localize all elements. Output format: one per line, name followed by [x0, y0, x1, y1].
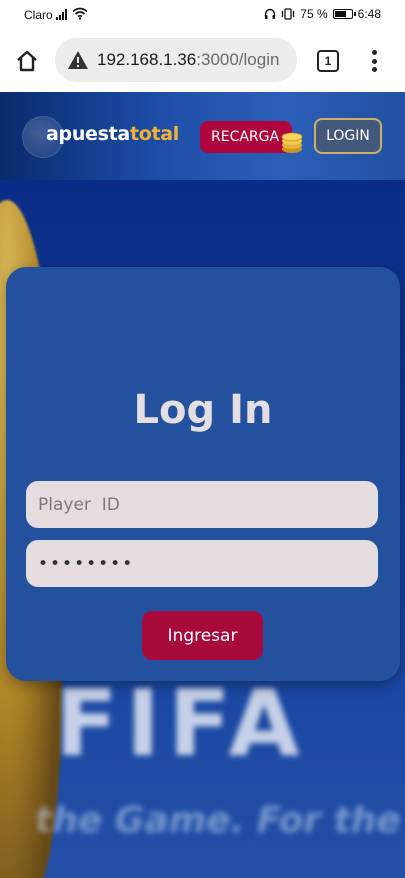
- url-host: 192.168.1.36: [97, 50, 197, 69]
- site-header: apuestatotal RECARGA LOGIN: [0, 92, 405, 180]
- warning-icon[interactable]: [67, 50, 89, 70]
- home-icon[interactable]: [14, 48, 40, 74]
- url-text[interactable]: 192.168.1.36:3000/login: [97, 50, 279, 70]
- player-id-input[interactable]: [26, 481, 378, 528]
- kebab-menu-icon[interactable]: [366, 48, 382, 74]
- slogan-background-text: the Game. For the: [35, 800, 401, 841]
- site-logo[interactable]: apuestatotal: [46, 123, 179, 145]
- battery-icon: [332, 9, 356, 19]
- login-card: Log In Ingresar: [6, 267, 400, 681]
- coins-icon: [281, 132, 303, 153]
- login-title: Log In: [133, 387, 273, 433]
- tab-switcher-button[interactable]: 1: [317, 50, 339, 72]
- ingresar-button[interactable]: Ingresar: [142, 611, 263, 660]
- headset-icon: [265, 8, 276, 19]
- browser-toolbar: 192.168.1.36:3000/login 1: [0, 30, 405, 92]
- fifa-background-text: FIFA: [55, 670, 308, 777]
- recarga-button[interactable]: RECARGA: [200, 121, 292, 153]
- status-bar: Claro 75 % 6:48: [0, 0, 405, 30]
- wifi-icon: [72, 7, 88, 20]
- vibrate-icon: [282, 8, 295, 20]
- clock: 6:48: [357, 7, 381, 21]
- signal-icon: [56, 9, 67, 20]
- url-path: :3000/login: [196, 50, 280, 69]
- password-input[interactable]: [26, 540, 378, 587]
- address-bar[interactable]: 192.168.1.36:3000/login: [55, 38, 297, 82]
- battery-percent: 75 %: [300, 7, 328, 21]
- carrier-name: Claro: [24, 8, 53, 22]
- login-button[interactable]: LOGIN: [314, 118, 382, 154]
